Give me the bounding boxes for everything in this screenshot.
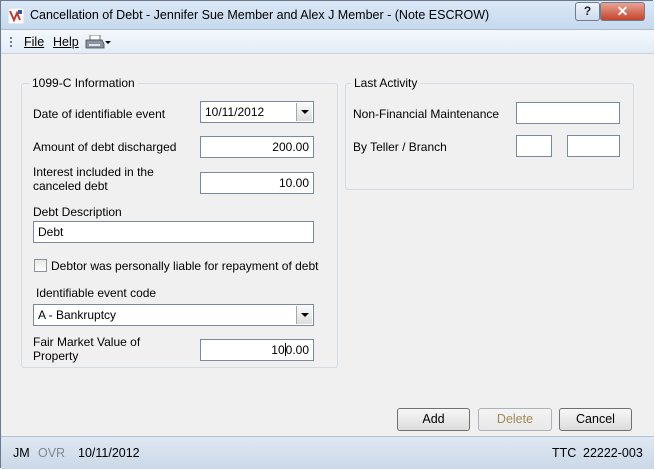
fmv-value-end: 0.00 bbox=[285, 343, 309, 357]
dialog-window: Cancellation of Debt - Jennifer Sue Memb… bbox=[0, 0, 654, 469]
window-title: Cancellation of Debt - Jennifer Sue Memb… bbox=[30, 8, 490, 22]
fmv-value-start: 10 bbox=[271, 343, 285, 357]
status-user: JM bbox=[13, 446, 30, 460]
interest-label-line1: Interest included in the bbox=[33, 165, 154, 179]
status-ovr: OVR bbox=[38, 446, 66, 460]
printer-icon[interactable] bbox=[85, 35, 105, 49]
date-event-label: Date of identifiable event bbox=[33, 107, 166, 121]
teller-branch-label: By Teller / Branch bbox=[353, 140, 447, 154]
menu-bar: File Help bbox=[1, 30, 654, 54]
menu-help[interactable]: Help bbox=[53, 35, 79, 49]
status-date: 10/11/2012 bbox=[78, 446, 140, 460]
add-button[interactable]: Add bbox=[397, 408, 470, 431]
toolbar-grip-icon[interactable] bbox=[10, 37, 13, 49]
info-1099c-legend: 1099-C Information bbox=[29, 76, 138, 90]
help-title-button[interactable]: ? bbox=[575, 2, 600, 21]
fmv-label-line1: Fair Market Value of bbox=[33, 335, 141, 349]
interest-input[interactable]: 10.00 bbox=[200, 172, 314, 194]
menu-file-label: File bbox=[24, 35, 45, 49]
title-bar[interactable]: Cancellation of Debt - Jennifer Sue Memb… bbox=[1, 1, 654, 30]
delete-button[interactable]: Delete bbox=[478, 408, 552, 431]
event-code-label: Identifiable event code bbox=[36, 286, 157, 300]
close-button[interactable]: ✕ bbox=[600, 2, 645, 21]
liable-checkbox[interactable] bbox=[34, 259, 47, 272]
description-label: Debt Description bbox=[33, 205, 122, 219]
date-event-value: 10/11/2012 bbox=[205, 105, 265, 119]
fmv-input[interactable]: 100.00 bbox=[200, 339, 314, 361]
amount-discharged-input[interactable]: 200.00 bbox=[200, 136, 314, 158]
content-area: 1099-C Information Date of identifiable … bbox=[1, 54, 654, 436]
menu-help-label: Help bbox=[53, 35, 79, 49]
event-code-combo[interactable]: A - Bankruptcy bbox=[33, 304, 314, 326]
date-event-dropdown-icon[interactable] bbox=[296, 103, 312, 121]
date-event-combo[interactable]: 10/11/2012 bbox=[200, 101, 314, 123]
status-bar: JM OVR 10/11/2012 TTC 22222-003 bbox=[1, 436, 654, 469]
description-input[interactable]: Debt bbox=[33, 221, 314, 243]
status-ttc-label: TTC bbox=[552, 446, 577, 460]
status-ttc-value: 22222-003 bbox=[583, 446, 643, 460]
event-code-dropdown-icon[interactable] bbox=[296, 306, 312, 324]
menu-file[interactable]: File bbox=[24, 35, 44, 49]
event-code-value: A - Bankruptcy bbox=[38, 308, 117, 322]
nonfin-field bbox=[516, 102, 620, 124]
print-dropdown-icon[interactable] bbox=[105, 41, 111, 44]
last-activity-legend: Last Activity bbox=[351, 76, 421, 90]
teller-field bbox=[516, 135, 552, 157]
cancel-button[interactable]: Cancel bbox=[559, 408, 632, 431]
amount-discharged-label: Amount of debt discharged bbox=[33, 140, 177, 154]
branch-field bbox=[567, 135, 620, 157]
fmv-label-line2: Property bbox=[33, 349, 79, 363]
interest-label-line2: canceled debt bbox=[33, 179, 108, 193]
liable-label[interactable]: Debtor was personally liable for repayme… bbox=[51, 259, 318, 273]
app-icon bbox=[8, 8, 24, 24]
nonfin-label: Non-Financial Maintenance bbox=[353, 107, 500, 121]
